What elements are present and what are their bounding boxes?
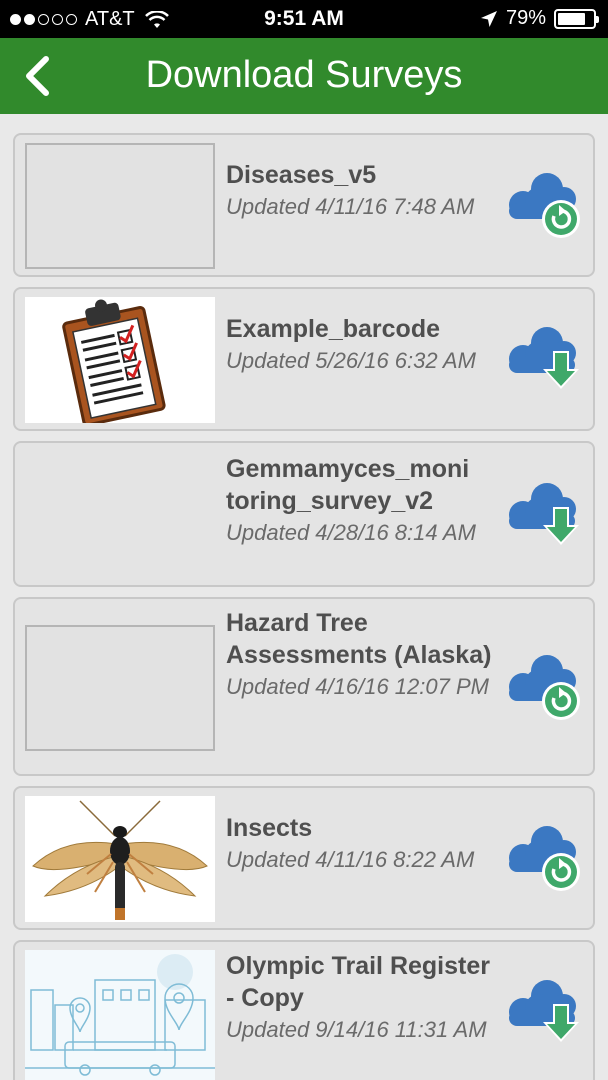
survey-updated-date: Updated 4/11/16 8:22 AM	[226, 847, 475, 872]
cloud-download-icon	[509, 483, 579, 545]
survey-card[interactable]: Hazard Tree Assessments (Alaska) Updated…	[13, 597, 595, 776]
location-arrow-icon	[480, 10, 497, 27]
survey-card[interactable]: Gemmamyces_moni toring_survey_v2 Updated …	[13, 441, 595, 587]
survey-card[interactable]: Olympic Trail Register - Copy Updated 9/…	[13, 940, 595, 1080]
cloud-download-icon	[509, 980, 579, 1042]
survey-thumbnail	[25, 796, 215, 922]
survey-thumbnail	[25, 625, 215, 751]
download-survey-button[interactable]	[501, 479, 583, 553]
refresh-survey-button[interactable]	[501, 169, 583, 243]
survey-card[interactable]: Diseases_v5 Updated 4/11/16 7:48 AM	[13, 133, 595, 277]
survey-title: Example_barcode	[226, 315, 440, 343]
survey-title: Diseases_v5	[226, 161, 377, 189]
city-map-illustration-icon	[25, 950, 215, 1080]
page-title: Download Surveys	[145, 54, 463, 96]
status-bar: AT&T 9:51 AM 79%	[0, 0, 608, 38]
cloud-refresh-icon	[509, 173, 580, 238]
refresh-survey-button[interactable]	[501, 822, 583, 896]
survey-updated-date: Updated 9/14/16 11:31 AM	[226, 1017, 487, 1042]
survey-updated-date: Updated 4/28/16 8:14 AM	[226, 520, 476, 545]
battery-icon	[554, 8, 599, 29]
survey-title: Hazard Tree Assessments (Alaska)	[226, 609, 492, 669]
survey-card[interactable]: Example_barcode Updated 5/26/16 6:32 AM	[13, 287, 595, 431]
insect-icon	[32, 800, 208, 920]
survey-thumbnail	[25, 143, 215, 269]
survey-updated-date: Updated 4/16/16 12:07 PM	[226, 674, 489, 699]
survey-updated-date: Updated 4/11/16 7:48 AM	[226, 194, 475, 219]
survey-title: Olympic Trail Register - Copy	[226, 952, 490, 1012]
survey-list[interactable]: Diseases_v5 Updated 4/11/16 7:48 AM Exam…	[0, 114, 608, 1080]
cloud-refresh-icon	[509, 826, 580, 891]
survey-thumbnail	[25, 950, 215, 1080]
survey-card[interactable]: Insects Updated 4/11/16 8:22 AM	[13, 786, 595, 930]
refresh-survey-button[interactable]	[501, 651, 583, 725]
survey-title: Gemmamyces_moni toring_survey_v2	[226, 455, 470, 515]
survey-updated-date: Updated 5/26/16 6:32 AM	[226, 348, 476, 373]
navigation-bar: Download Surveys	[0, 38, 608, 114]
clipboard-checklist-icon	[62, 299, 166, 427]
download-survey-button[interactable]	[501, 323, 583, 397]
survey-title: Insects	[226, 814, 313, 842]
cloud-refresh-icon	[509, 655, 580, 720]
download-survey-button[interactable]	[501, 976, 583, 1050]
survey-thumbnail	[25, 297, 215, 427]
battery-percent: 79%	[505, 7, 546, 29]
cloud-download-icon	[509, 327, 579, 389]
